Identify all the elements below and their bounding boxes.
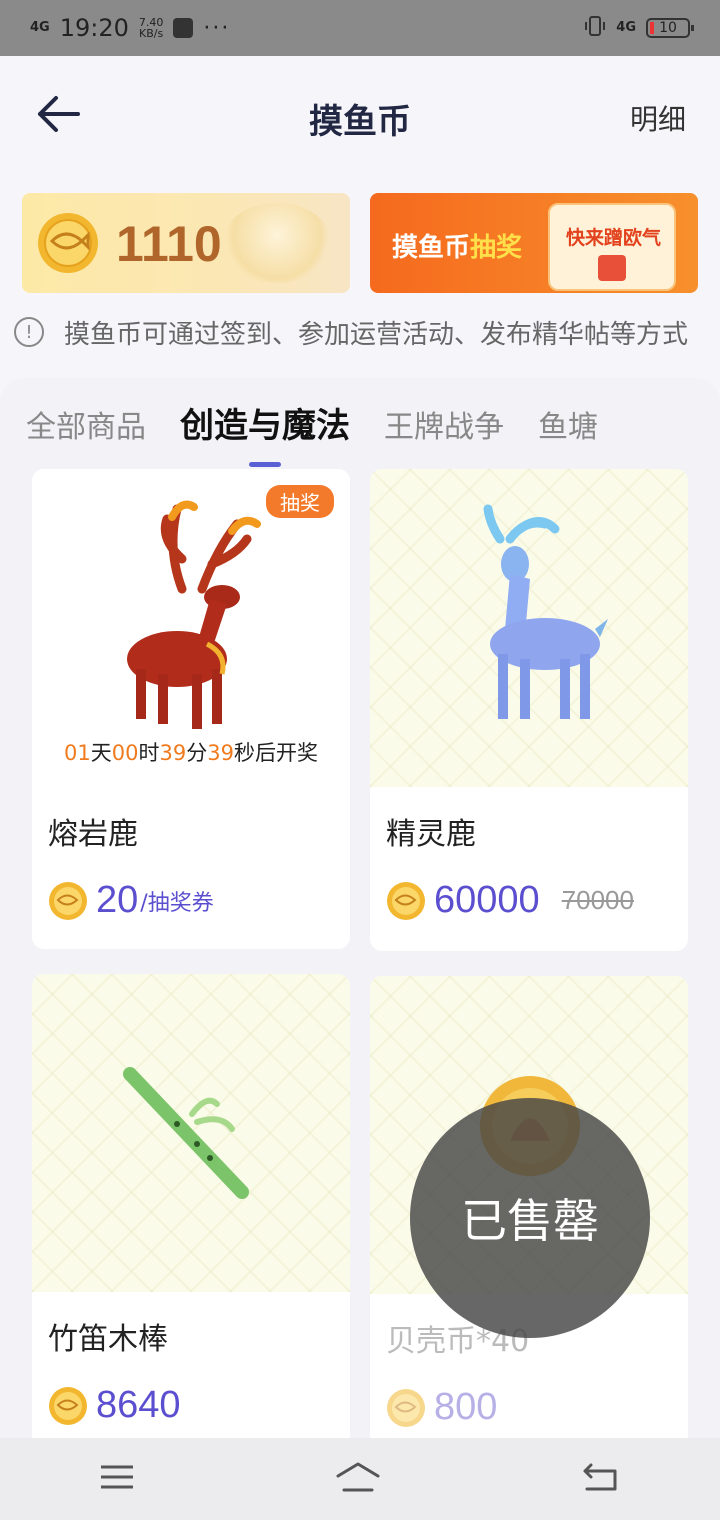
product-card[interactable]: 抽奖 01天00时39分39秒后开奖 熔岩鹿 20 /抽奖券 xyxy=(32,469,350,949)
lottery-title: 摸鱼币抽奖 xyxy=(392,233,523,263)
lottery-banner[interactable]: 摸鱼币抽奖 快来蹭欧气 xyxy=(370,193,698,293)
header: 摸鱼币 明细 xyxy=(0,56,720,176)
product-image xyxy=(32,974,350,1292)
network-icon: 4G xyxy=(616,20,636,35)
back-nav-button[interactable] xyxy=(581,1461,621,1497)
status-bar: 4G 19:20 7.40 KB/s ··· 4G 10 xyxy=(0,0,720,56)
menu-icon xyxy=(101,1465,134,1489)
tab-fish-pond[interactable]: 鱼塘 xyxy=(538,402,598,446)
category-tabs: 全部商品 创造与魔法 王牌战争 鱼塘 xyxy=(26,398,598,467)
battery-icon: 10 xyxy=(646,18,694,38)
vibrate-icon xyxy=(584,15,606,42)
product-name: 竹笛木棒 xyxy=(48,1322,168,1357)
product-price: 20 xyxy=(96,879,139,921)
notice-bar: ! 摸鱼币可通过签到、参加运营活动、发布精华帖等方式 xyxy=(14,312,720,352)
battery-level: 10 xyxy=(659,20,677,36)
fish-coin-icon xyxy=(387,881,425,920)
price-row: 20 /抽奖券 xyxy=(48,879,214,922)
info-icon: ! xyxy=(14,317,44,347)
product-card[interactable]: 竹笛木棒 8640 xyxy=(32,974,350,1454)
price-row: 800 xyxy=(386,1386,497,1429)
message-icon xyxy=(173,18,194,38)
product-price: 800 xyxy=(434,1386,498,1428)
fish-coin-icon xyxy=(38,213,98,273)
menu-button[interactable] xyxy=(99,1463,135,1495)
tab-creation-and-magic[interactable]: 创造与魔法 xyxy=(180,398,350,467)
product-image xyxy=(370,469,688,787)
product-name: 精灵鹿 xyxy=(386,817,476,852)
product-image: 抽奖 01天00时39分39秒后开奖 xyxy=(32,469,350,787)
fish-coin-icon xyxy=(49,881,87,920)
product-name: 熔岩鹿 xyxy=(48,817,138,852)
fish-coin-icon xyxy=(387,1388,425,1427)
original-price: 70000 xyxy=(561,885,634,915)
back-nav-icon xyxy=(583,1463,617,1491)
product-card[interactable]: 精灵鹿 60000 70000 xyxy=(370,469,688,951)
sold-out-label: 已售罄 xyxy=(461,1194,599,1248)
network-speed: 7.40 KB/s xyxy=(138,16,164,40)
lottery-badge: 抽奖 xyxy=(266,485,334,518)
detail-link[interactable]: 明细 xyxy=(630,98,686,138)
lottery-countdown: 01天00时39分39秒后开奖 xyxy=(64,741,318,765)
fish-coin-icon xyxy=(49,1386,87,1425)
status-time: 19:20 xyxy=(59,14,129,42)
product-price: 60000 xyxy=(434,879,540,921)
coin-pile-decoration xyxy=(222,203,332,283)
tab-ace-war[interactable]: 王牌战争 xyxy=(384,402,504,446)
tab-all-products[interactable]: 全部商品 xyxy=(26,402,146,446)
coin-balance: 1110 xyxy=(116,216,222,272)
price-row: 60000 70000 xyxy=(386,879,634,922)
home-button[interactable] xyxy=(334,1460,382,1498)
gift-icon xyxy=(598,255,626,281)
page-title: 摸鱼币 xyxy=(309,102,411,142)
system-nav-bar xyxy=(0,1438,720,1520)
price-unit: /抽奖券 xyxy=(140,890,214,916)
signal-icon: 4G xyxy=(30,20,50,35)
price-row: 8640 xyxy=(48,1384,181,1427)
home-icon xyxy=(336,1462,380,1492)
more-notifications-icon: ··· xyxy=(203,15,231,41)
sold-out-overlay: 已售罄 xyxy=(410,1098,650,1338)
product-price: 8640 xyxy=(96,1384,181,1426)
bamboo-flute-image xyxy=(123,1067,249,1199)
lottery-slogan: 快来蹭欧气 xyxy=(566,227,662,249)
notice-text: 摸鱼币可通过签到、参加运营活动、发布精华帖等方式 xyxy=(64,319,689,350)
balance-card[interactable]: 1110 xyxy=(22,193,350,293)
spirit-deer-image xyxy=(483,504,608,719)
